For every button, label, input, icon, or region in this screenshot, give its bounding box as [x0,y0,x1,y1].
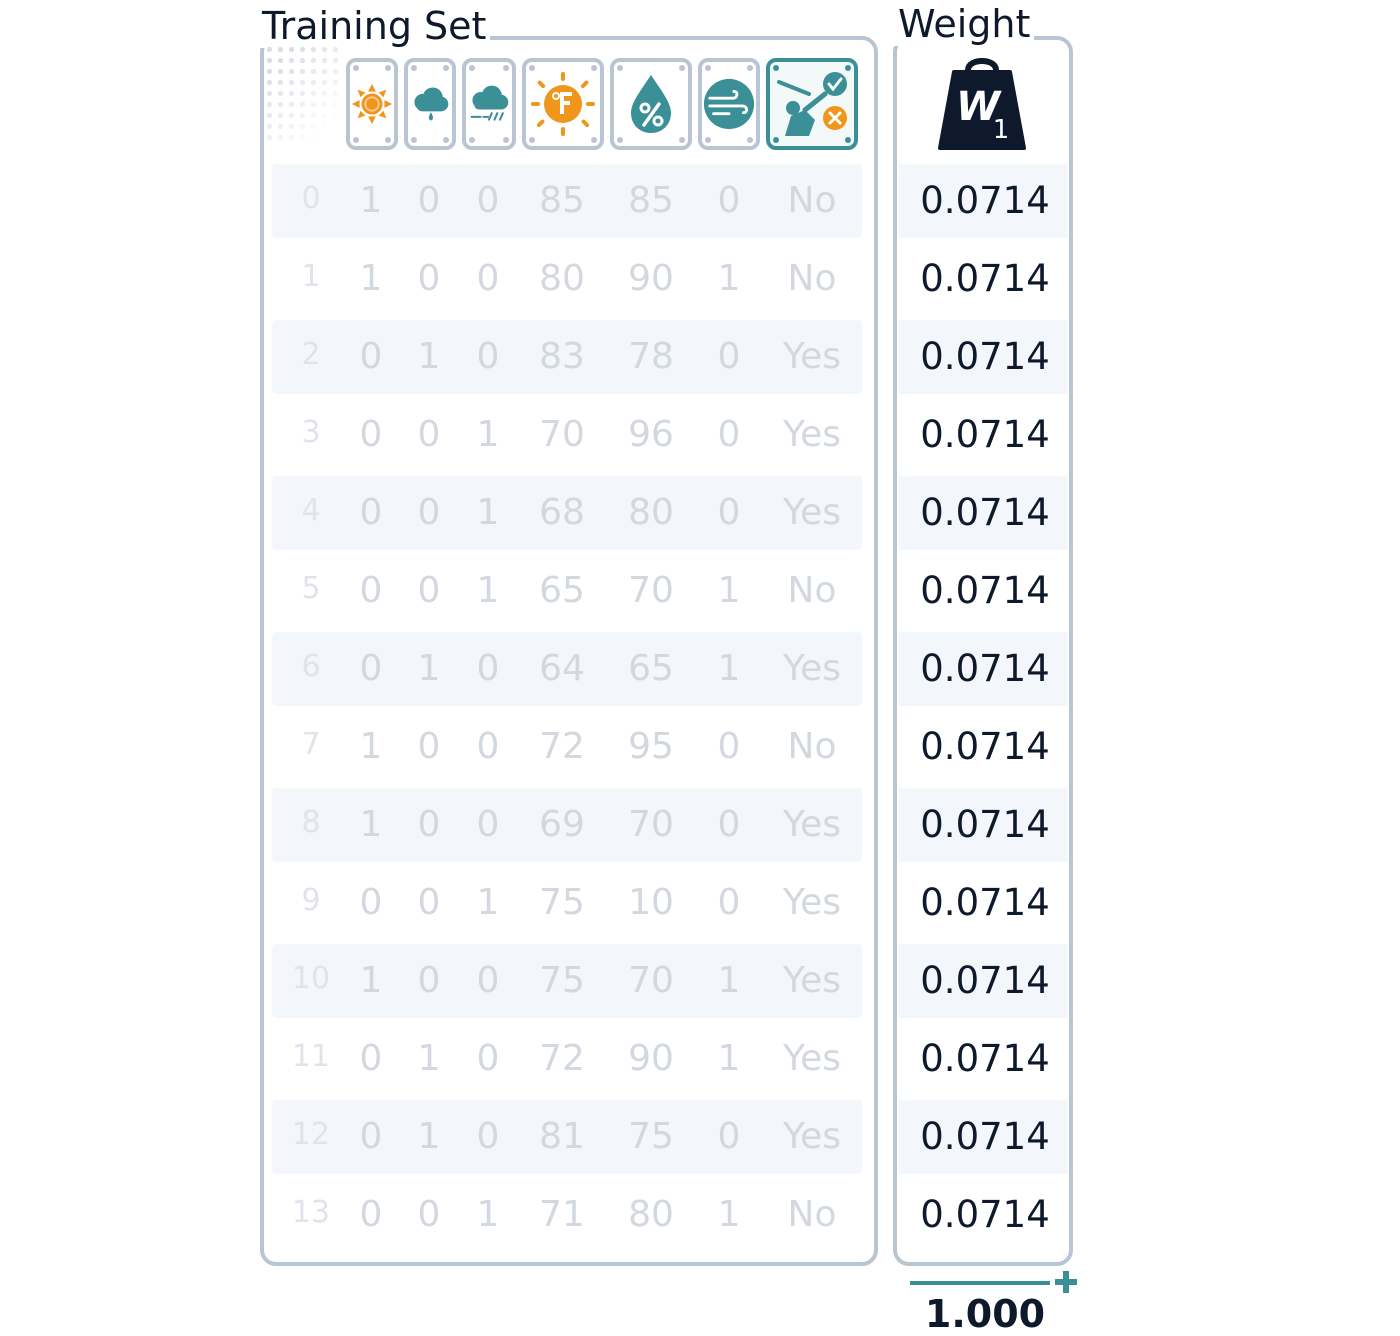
table-cell: 81 [539,1116,585,1157]
weight-value: 0.0714 [920,1115,1050,1158]
table-cell: 0 [717,804,741,845]
weight-value: 0.0714 [920,881,1050,924]
table-cell: 0 [476,960,500,1001]
table-cell: 64 [539,648,585,689]
table-cell: Yes [782,1116,842,1157]
table-cell: 0 [717,492,741,533]
humidity-percent-icon [610,58,692,150]
table-cell: Yes [782,882,842,923]
table-cell: 1 [476,570,500,611]
table-cell: 1 [717,1194,741,1235]
weight-value: 0.0714 [920,335,1050,378]
table-cell: 0 [476,1038,500,1079]
table-cell: No [787,726,837,767]
sunny-icon [346,58,398,150]
dot-pattern-decoration [264,44,344,140]
table-cell: 0 [717,1116,741,1157]
weight-w1-icon: W 1 [934,52,1030,152]
table-cell: 90 [628,1038,674,1079]
table-cell: Yes [782,960,842,1001]
table-cell: 1 [476,492,500,533]
table-cell: 65 [539,570,585,611]
table-cell: 10 [628,882,674,923]
table-cell: 0 [476,336,500,377]
table-cell: 70 [628,570,674,611]
table-cell: 0 [476,180,500,221]
rain-cloud-icon [404,58,456,150]
sum-line [910,1281,1050,1285]
table-cell: 68 [539,492,585,533]
table-cell: 0 [476,804,500,845]
table-cell: 0 [476,258,500,299]
table-cell: Yes [782,1038,842,1079]
table-cell: 78 [628,336,674,377]
table-cell: 1 [717,648,741,689]
table-cell: Yes [782,492,842,533]
table-cell: 70 [539,414,585,455]
table-cell: 69 [539,804,585,845]
wind-icon [698,58,760,150]
table-cell: 1 [717,960,741,1001]
weight-value: 0.0714 [920,647,1050,690]
table-cell: 1 [717,258,741,299]
weight-value: 0.0714 [920,257,1050,300]
table-cell: 0 [717,180,741,221]
weight-value: 0.0714 [920,1037,1050,1080]
weight-sum: 1.000 [924,1292,1046,1336]
table-cell: 80 [628,492,674,533]
weight-value: 0.0714 [920,179,1050,222]
weight-icon-subscript: 1 [993,115,1010,145]
plus-icon [1055,1271,1077,1293]
weight-value: 0.0714 [920,959,1050,1002]
table-cell: 80 [628,1194,674,1235]
table-cell: Yes [782,336,842,377]
table-cell: 85 [539,180,585,221]
table-cell: 0 [717,882,741,923]
table-cell: 65 [628,648,674,689]
weight-value: 0.0714 [920,725,1050,768]
table-cell: 83 [539,336,585,377]
weight-value: 0.0714 [920,491,1050,534]
weight-value: 0.0714 [920,413,1050,456]
table-cell: 1 [717,1038,741,1079]
table-cell: 75 [539,882,585,923]
windy-rain-cloud-icon [462,58,516,150]
table-cell: 85 [628,180,674,221]
table-cell: Yes [782,804,842,845]
table-cell: 0 [476,726,500,767]
table-cell: 0 [717,414,741,455]
table-cell: Yes [782,414,842,455]
table-cell: 75 [628,1116,674,1157]
table-cell: 90 [628,258,674,299]
table-cell: 1 [476,1194,500,1235]
table-cell: Yes [782,648,842,689]
table-cell: 0 [717,726,741,767]
table-cell: 1 [476,882,500,923]
table-cell: 1 [476,414,500,455]
table-cell: 72 [539,726,585,767]
weight-title: Weight [894,2,1035,46]
table-cell: 72 [539,1038,585,1079]
table-cell: 0 [476,648,500,689]
training-set-title: Training Set [258,4,491,48]
table-cell: 1 [717,570,741,611]
table-cell: 75 [539,960,585,1001]
weight-value: 0.0714 [920,569,1050,612]
weight-value: 0.0714 [920,803,1050,846]
table-cell: 95 [628,726,674,767]
table-cell: 70 [628,804,674,845]
temperature-fahrenheit-icon [522,58,604,150]
weight-value: 0.0714 [920,1193,1050,1236]
table-cell: 0 [476,1116,500,1157]
table-cell: 96 [628,414,674,455]
table-cell: 0 [717,336,741,377]
table-cell: No [787,1194,837,1235]
table-cell: 71 [539,1194,585,1235]
table-cell: No [787,570,837,611]
table-cell: No [787,180,837,221]
table-cell: 80 [539,258,585,299]
table-cell: 70 [628,960,674,1001]
play-golf-target-icon [766,58,858,150]
table-cell: No [787,258,837,299]
